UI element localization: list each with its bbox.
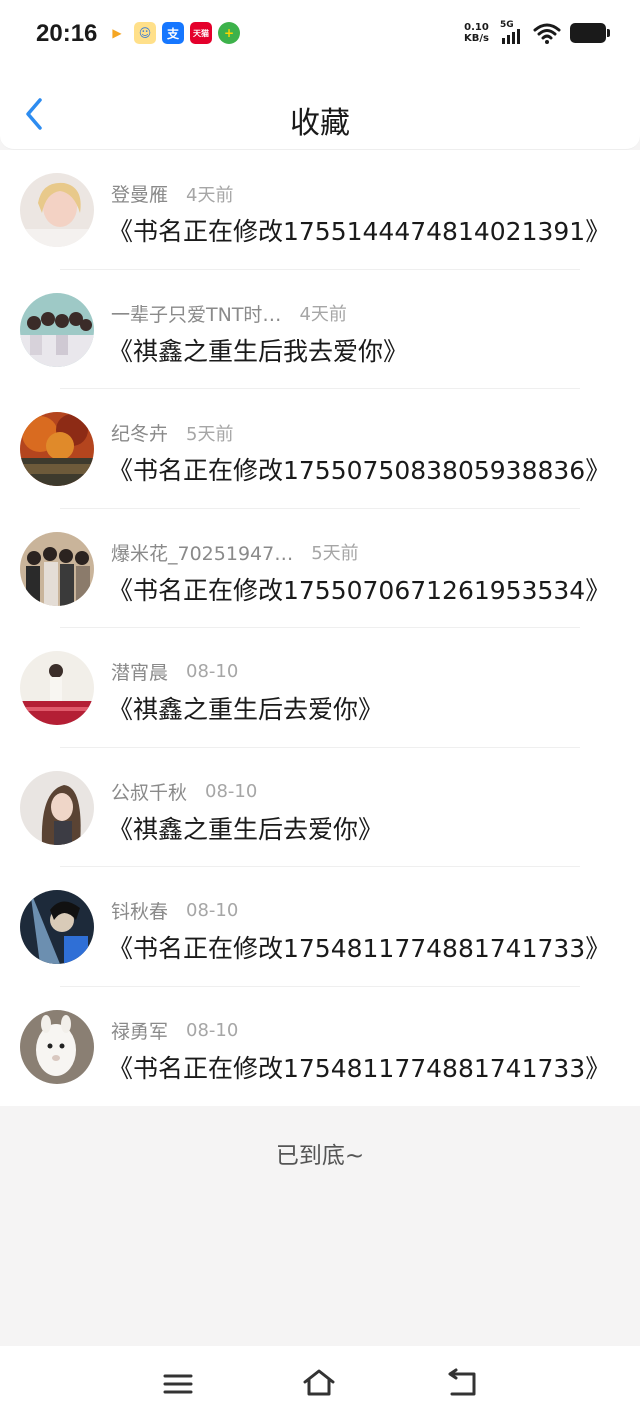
timestamp: 5天前 [186,423,234,445]
timestamp: 08-10 [186,661,239,682]
timestamp: 5天前 [311,543,359,564]
list-item[interactable]: 爆米花_70251947… 5天前 《书名正在修改175507067126195… [0,509,640,628]
user-name: 一辈子只爱TNT时… [111,303,282,326]
tmall-icon: 天猫 [190,22,212,44]
user-name: 禄勇军 [111,1020,169,1043]
battery-icon [570,23,610,43]
page-title: 收藏 [290,106,350,141]
plus-app-icon: + [218,22,240,44]
cartoon-app-icon: ☺ [134,22,156,44]
net-speed: 0.10 KB/s [464,22,489,44]
book-title[interactable]: 《书名正在修改1754811774881741733》 [108,1049,610,1085]
list-item[interactable]: 纪冬卉 5天前 《书名正在修改1755075083805938836》 [0,389,640,509]
header: 收藏 [0,70,640,150]
timestamp: 4天前 [186,184,234,206]
timestamp: 08-10 [186,900,239,921]
list-item[interactable]: 登曼雁 4天前 《书名正在修改1755144474814021391》 [0,150,640,270]
signal-icon: 5G [498,20,524,46]
timestamp: 4天前 [299,304,347,325]
net-speed-value: 0.10 [464,22,489,33]
user-name: 登曼雁 [111,184,169,206]
book-title[interactable]: 《祺鑫之重生后去爱你》 [108,690,383,726]
list-item[interactable]: 禄勇军 08-10 《书名正在修改1754811774881741733》 [0,987,640,1107]
avatar[interactable] [20,890,94,964]
avatar[interactable] [20,412,94,486]
book-title[interactable]: 《书名正在修改1754811774881741733》 [108,929,610,965]
video-app-icon: ▶ [106,22,128,44]
avatar[interactable] [20,1009,94,1084]
notification-icons: ▶ ☺ 支 天猫 + [106,22,240,44]
timestamp: 08-10 [186,1019,239,1041]
alipay-icon: 支 [162,22,184,44]
avatar[interactable] [20,173,94,247]
end-of-list-text: 已到底~ [275,1143,365,1169]
status-bar: 20:16 ▶ ☺ 支 天猫 + 0.10 KB/s 5G [0,0,640,70]
status-indicators: 0.10 KB/s 5G [464,20,610,46]
avatar[interactable] [20,770,94,845]
user-name: 爆米花_70251947… [111,542,294,565]
list-item[interactable]: 公叔千秋 08-10 《祺鑫之重生后去爱你》 [0,748,640,867]
wifi-icon [533,23,561,44]
book-title[interactable]: 《书名正在修改1755144474814021391》 [108,212,610,248]
timestamp: 08-10 [205,780,258,802]
status-time: 20:16 [36,20,98,47]
list-item[interactable]: 一辈子只爱TNT时… 4天前 《祺鑫之重生后我去爱你》 [0,270,640,389]
avatar[interactable] [20,531,94,606]
book-title[interactable]: 《祺鑫之重生后我去爱你》 [108,332,408,368]
avatar[interactable] [20,651,94,725]
book-title[interactable]: 《祺鑫之重生后去爱你》 [108,810,383,846]
back-nav-button[interactable] [446,1368,480,1398]
list-item[interactable]: 钭秋春 08-10 《书名正在修改1754811774881741733》 [0,867,640,987]
back-icon [448,1368,476,1396]
menu-button[interactable] [161,1368,195,1398]
list-item[interactable]: 潜宵晨 08-10 《祺鑫之重生后去爱你》 [0,628,640,748]
home-icon [303,1369,335,1396]
book-title[interactable]: 《书名正在修改1755070671261953534》 [108,571,610,607]
user-name: 纪冬卉 [111,423,169,445]
user-name: 公叔千秋 [111,781,188,804]
system-nav-bar [0,1346,640,1422]
favorites-list: 登曼雁 4天前 《书名正在修改1755144474814021391》 一辈子只… [0,150,640,1106]
avatar[interactable] [20,292,94,367]
user-name: 钭秋春 [111,901,169,923]
book-title[interactable]: 《书名正在修改1755075083805938836》 [108,451,610,487]
menu-icon [163,1374,193,1394]
home-button[interactable] [302,1368,336,1398]
net-speed-unit: KB/s [464,33,489,44]
user-name: 潜宵晨 [111,662,169,684]
